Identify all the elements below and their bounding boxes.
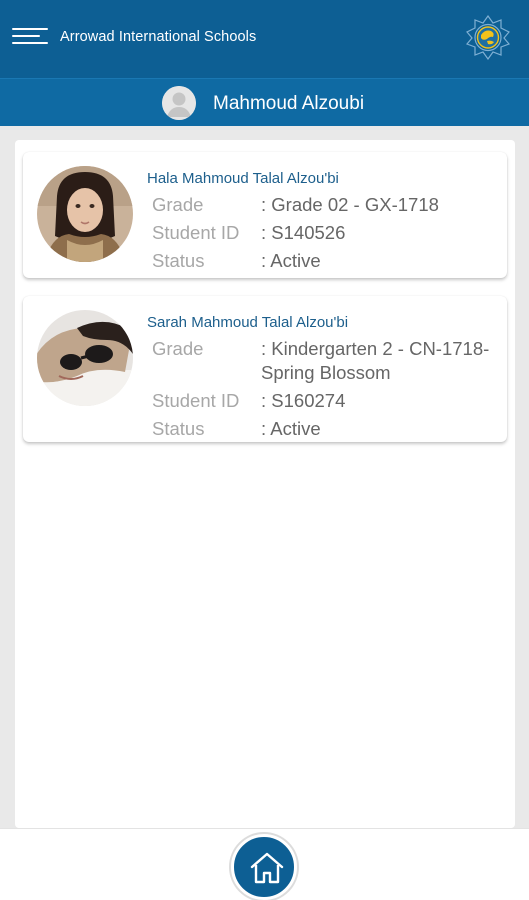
status-value: : Active xyxy=(261,250,321,271)
student-card[interactable]: Hala Mahmoud Talal Alzou'bi Grade : Grad… xyxy=(23,152,507,278)
status-label: Status xyxy=(152,250,205,271)
app-title: Arrowad International Schools xyxy=(60,29,257,45)
student-photo xyxy=(37,310,133,406)
user-bar: Mahmoud Alzoubi xyxy=(0,78,529,126)
student-card[interactable]: Sarah Mahmoud Talal Alzou'bi Grade : Kin… xyxy=(23,296,507,442)
grade-label: Grade xyxy=(152,338,204,359)
student-id-value: : S160274 xyxy=(261,390,346,411)
student-id-value: : S140526 xyxy=(261,222,346,243)
home-icon xyxy=(250,852,284,884)
status-value: : Active xyxy=(261,418,321,439)
school-emblem-icon xyxy=(465,14,511,60)
student-id-label: Student ID xyxy=(152,390,240,411)
student-id-label: Student ID xyxy=(152,222,240,243)
user-avatar-icon xyxy=(162,86,196,120)
grade-value: : Grade 02 - GX-1718 xyxy=(261,194,439,215)
app-header: Arrowad International Schools xyxy=(0,0,529,78)
home-button[interactable] xyxy=(231,834,297,900)
grade-label: Grade xyxy=(152,194,204,215)
hamburger-menu-icon[interactable] xyxy=(12,26,48,50)
user-name: Mahmoud Alzoubi xyxy=(213,93,365,114)
student-photo xyxy=(37,166,133,262)
student-name[interactable]: Sarah Mahmoud Talal Alzou'bi xyxy=(147,314,348,331)
grade-value: : Kindergarten 2 - CN-1718-Spring Blosso… xyxy=(261,338,490,383)
student-name[interactable]: Hala Mahmoud Talal Alzou'bi xyxy=(147,170,339,187)
students-list: Hala Mahmoud Talal Alzou'bi Grade : Grad… xyxy=(15,140,515,828)
status-label: Status xyxy=(152,418,205,439)
bottom-nav xyxy=(0,828,529,900)
